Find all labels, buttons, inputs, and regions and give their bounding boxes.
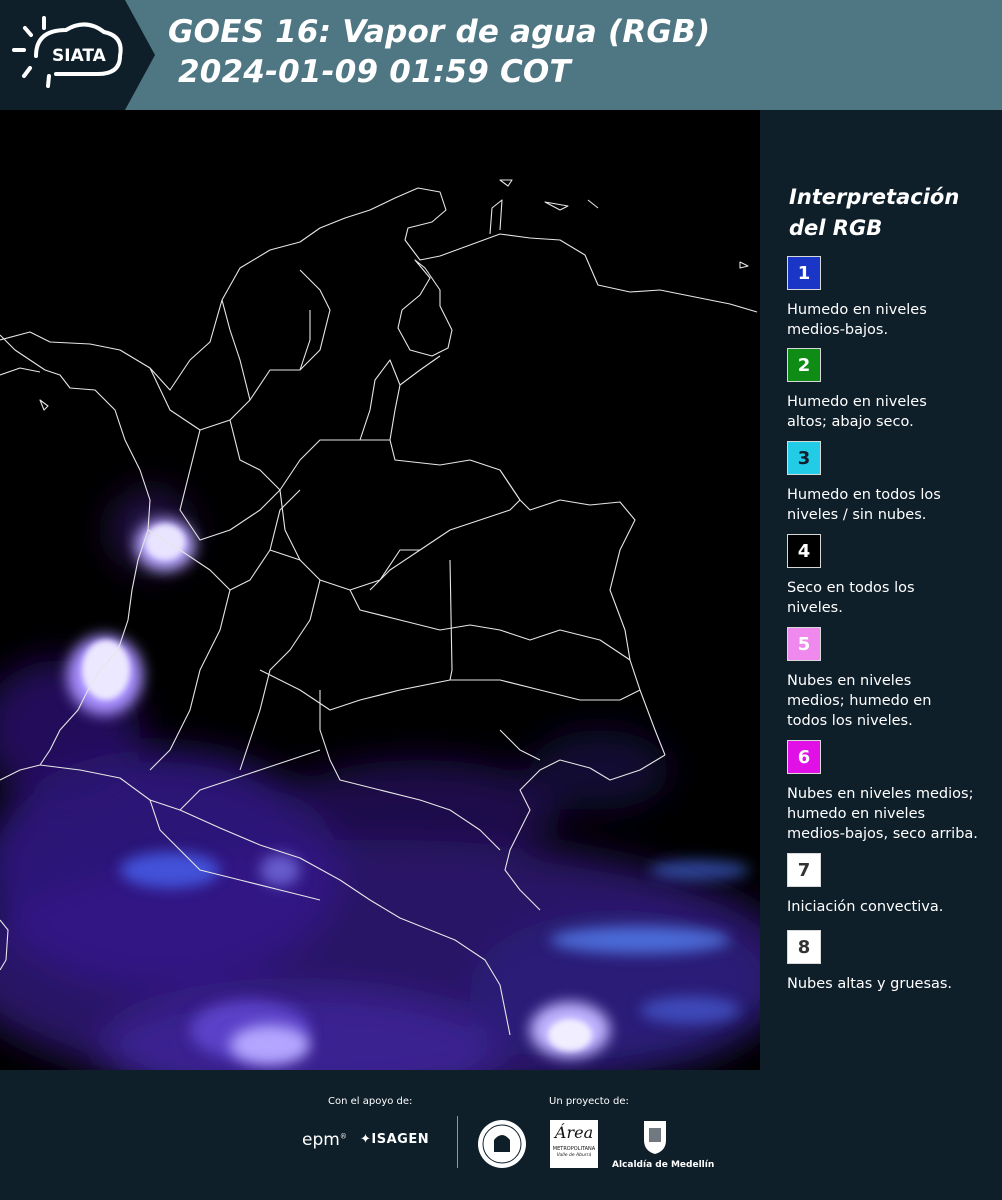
legend-description: Humedo en niveles altos; abajo seco.	[787, 392, 997, 432]
legend-swatch: 1	[787, 256, 821, 290]
legend-item: 5 Nubes en niveles medios; humedo en todos …	[787, 627, 997, 731]
legend-item: 2 Humedo en niveles altos; abajo seco.	[787, 348, 997, 432]
seal-logo-icon	[478, 1120, 526, 1168]
isagen-logo: ✦ISAGEN	[360, 1132, 429, 1147]
legend-description-line: Nubes en niveles	[787, 673, 912, 689]
isagen-logo-text: ISAGEN	[371, 1132, 430, 1147]
alcaldia-shield-icon	[644, 1121, 666, 1154]
satellite-map[interactable]	[0, 110, 760, 1070]
map-canvas	[0, 110, 760, 1070]
legend-description-line: Iniciación convectiva.	[787, 899, 944, 915]
support-label: Con el apoyo de:	[328, 1096, 413, 1107]
legend-description-line: humedo en niveles	[787, 806, 926, 822]
legend-title-line1: Interpretación	[789, 185, 960, 209]
legend-description-line: medios-bajos, seco arriba.	[787, 826, 978, 842]
legend-description: Nubes altas y gruesas.	[787, 974, 997, 994]
footer: Con el apoyo de: Un proyecto de: epm® ✦I…	[0, 1070, 1002, 1200]
project-label: Un proyecto de:	[549, 1096, 629, 1107]
logo-panel: SIATA	[0, 0, 155, 110]
legend-description-line: Seco en todos los	[787, 580, 915, 596]
legend-description: Nubes en niveles medios; humedo en nivele…	[787, 784, 997, 844]
legend-description-line: Nubes en niveles medios;	[787, 786, 974, 802]
legend-description: Iniciación convectiva.	[787, 897, 997, 917]
legend-description-line: niveles / sin nubes.	[787, 507, 927, 523]
footer-divider	[457, 1116, 458, 1168]
area-word: Área	[554, 1123, 594, 1142]
epm-logo-text: epm	[302, 1130, 340, 1150]
legend-item: 3 Humedo en todos los niveles / sin nubes.	[787, 441, 997, 525]
legend-description-line: Humedo en niveles	[787, 394, 927, 410]
legend-description-line: altos; abajo seco.	[787, 414, 914, 430]
legend-item: 6 Nubes en niveles medios; humedo en nivel…	[787, 740, 997, 844]
legend-description: Seco en todos los niveles.	[787, 578, 997, 618]
legend-description: Nubes en niveles medios; humedo en todos l…	[787, 671, 997, 731]
legend-title: Interpretación del RGB	[789, 182, 989, 244]
legend-description-line: Humedo en niveles	[787, 302, 927, 318]
page-title: GOES 16: Vapor de agua (RGB)	[168, 14, 711, 50]
legend-description-line: niveles.	[787, 600, 843, 616]
legend-swatch: 4	[787, 534, 821, 568]
legend-description-line: Nubes altas y gruesas.	[787, 976, 953, 992]
legend-description: Humedo en niveles medios-bajos.	[787, 300, 997, 340]
legend-item: 1 Humedo en niveles medios-bajos.	[787, 256, 997, 340]
legend-description-line: medios; humedo en	[787, 693, 932, 709]
legend-description: Humedo en todos los niveles / sin nubes.	[787, 485, 997, 525]
legend-item: 7 Iniciación convectiva.	[787, 853, 997, 917]
area-metropolitana-logo: Área METROPOLITANA Valle de Aburrá	[550, 1120, 598, 1168]
legend-title-line2: del RGB	[789, 216, 883, 240]
legend-item: 8 Nubes altas y gruesas.	[787, 930, 997, 994]
legend-swatch: 7	[787, 853, 821, 887]
logo-brand: SIATA	[52, 46, 107, 66]
header-bar: SIATA GOES 16: Vapor de agua (RGB) 2024-…	[0, 0, 1002, 110]
legend-swatch: 2	[787, 348, 821, 382]
epm-logo: epm®	[302, 1130, 347, 1150]
legend-panel: Interpretación del RGB 1 Humedo en nivele…	[761, 110, 1002, 1070]
legend-swatch: 5	[787, 627, 821, 661]
area-line2: Valle de Aburrá	[556, 1153, 592, 1158]
legend-swatch: 8	[787, 930, 821, 964]
area-line1: METROPOLITANA	[552, 1146, 596, 1152]
legend-item: 4 Seco en todos los niveles.	[787, 534, 997, 618]
legend-description-line: todos los niveles.	[787, 713, 913, 729]
page-timestamp: 2024-01-09 01:59 COT	[178, 54, 571, 90]
legend-description-line: medios-bajos.	[787, 322, 889, 338]
legend-description-line: Humedo en todos los	[787, 487, 941, 503]
isagen-icon: ✦	[360, 1132, 372, 1147]
alcaldia-label: Alcaldía de Medellín	[612, 1160, 715, 1170]
legend-swatch: 3	[787, 441, 821, 475]
legend-swatch: 6	[787, 740, 821, 774]
